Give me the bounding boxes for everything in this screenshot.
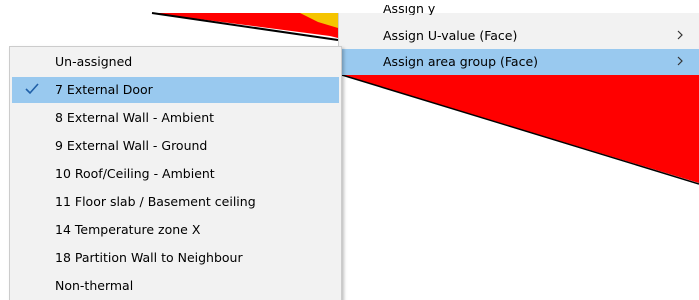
submenu-item-temperature-zone-x[interactable]: 14 Temperature zone X bbox=[12, 217, 339, 243]
menu-item-assign-area-group-label: Assign area group (Face) bbox=[383, 54, 539, 69]
submenu-item-label: 7 External Door bbox=[55, 82, 153, 97]
submenu-item-label: 11 Floor slab / Basement ceiling bbox=[55, 194, 256, 209]
checkmark-icon bbox=[25, 83, 39, 95]
chevron-right-icon bbox=[677, 30, 683, 40]
submenu-item-label: Un-assigned bbox=[55, 54, 133, 69]
submenu-item-label: 8 External Wall - Ambient bbox=[55, 110, 215, 125]
context-menu-item-partial-label: Assign y bbox=[383, 5, 436, 15]
menu-item-assign-u-value[interactable]: Assign U-value (Face) bbox=[340, 23, 699, 49]
submenu-item-label: 14 Temperature zone X bbox=[55, 222, 201, 237]
chevron-right-icon bbox=[677, 56, 683, 66]
submenu-item-external-wall-ambient[interactable]: 8 External Wall - Ambient bbox=[12, 105, 339, 131]
submenu-item-external-wall-ground[interactable]: 9 External Wall - Ground bbox=[12, 133, 339, 159]
submenu-item-label: 10 Roof/Ceiling - Ambient bbox=[55, 166, 215, 181]
submenu-item-partition-wall[interactable]: 18 Partition Wall to Neighbour bbox=[12, 245, 339, 271]
context-menu-item-partial[interactable]: Assign y bbox=[340, 5, 699, 15]
submenu-item-roof-ceiling-ambient[interactable]: 10 Roof/Ceiling - Ambient bbox=[12, 161, 339, 187]
submenu-item-label: 9 External Wall - Ground bbox=[55, 138, 208, 153]
submenu-item-un-assigned[interactable]: Un-assigned bbox=[12, 49, 339, 75]
submenu-item-external-door[interactable]: 7 External Door bbox=[12, 77, 339, 103]
submenu-item-non-thermal[interactable]: Non-thermal bbox=[12, 273, 339, 299]
submenu-item-label: 18 Partition Wall to Neighbour bbox=[55, 250, 243, 265]
menu-item-assign-area-group[interactable]: Assign area group (Face) bbox=[340, 49, 699, 75]
context-menu: Assign y Assign U-value (Face) Assign ar… bbox=[338, 5, 699, 75]
cad-viewport[interactable]: Assign y Assign U-value (Face) Assign ar… bbox=[0, 0, 699, 300]
menu-item-assign-u-value-label: Assign U-value (Face) bbox=[383, 28, 518, 43]
submenu-item-label: Non-thermal bbox=[55, 278, 134, 293]
area-group-submenu: Un-assigned 7 External Door 8 External W… bbox=[9, 46, 342, 300]
submenu-item-floor-slab[interactable]: 11 Floor slab / Basement ceiling bbox=[12, 189, 339, 215]
